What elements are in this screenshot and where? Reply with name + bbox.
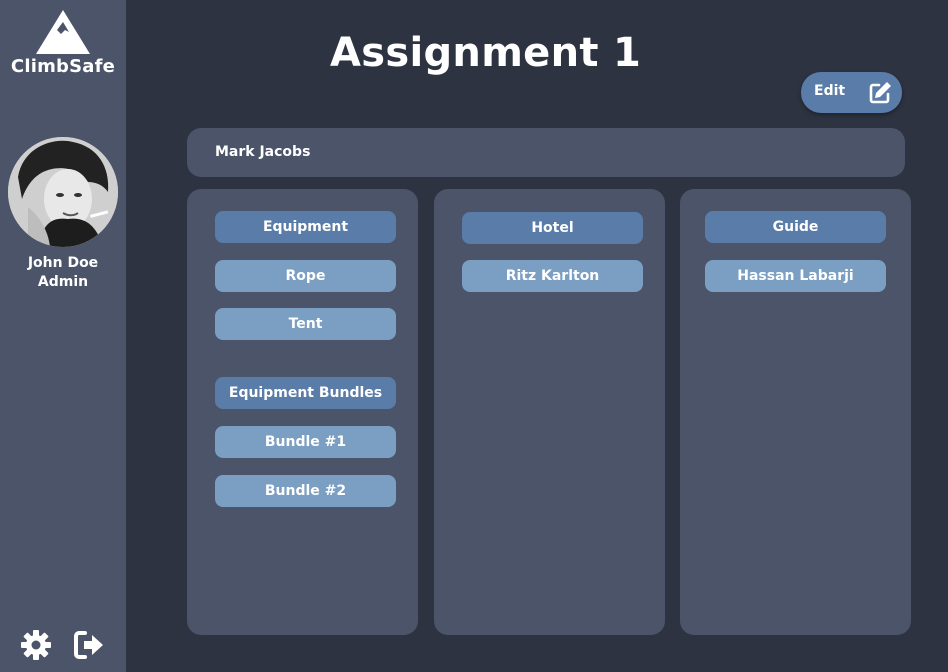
equipment-item-tent[interactable]: Tent — [215, 308, 396, 340]
page-title: Assignment 1 — [330, 30, 642, 76]
equipment-header: Equipment — [215, 211, 396, 243]
client-name: Mark Jacobs — [215, 144, 311, 160]
equipment-item-rope[interactable]: Rope — [215, 260, 396, 292]
brand-name: ClimbSafe — [10, 56, 116, 77]
hotel-header: Hotel — [462, 212, 643, 244]
guide-header: Guide — [705, 211, 886, 243]
equipment-bundles-header: Equipment Bundles — [215, 377, 396, 409]
app-root: ClimbSafe John Doe Admin Assignment 1 Ed… — [0, 0, 948, 672]
guide-panel: Guide Hassan Labarji — [680, 189, 911, 635]
user-name: John Doe — [27, 255, 99, 271]
gear-icon[interactable] — [19, 628, 53, 662]
edit-icon — [869, 82, 891, 104]
logout-icon[interactable] — [72, 628, 106, 662]
user-role: Admin — [37, 274, 89, 290]
client-bar: Mark Jacobs — [187, 128, 905, 177]
hotel-panel: Hotel Ritz Karlton — [434, 189, 665, 635]
equipment-panel: Equipment Rope Tent Equipment Bundles Bu… — [187, 189, 418, 635]
logo: ClimbSafe — [0, 10, 126, 77]
bundle-item-2[interactable]: Bundle #2 — [215, 475, 396, 507]
avatar — [8, 137, 118, 247]
bundle-item-1[interactable]: Bundle #1 — [215, 426, 396, 458]
mountain-logo-icon — [36, 10, 90, 54]
edit-button[interactable]: Edit — [801, 72, 902, 113]
edit-button-label: Edit — [814, 83, 846, 99]
guide-item[interactable]: Hassan Labarji — [705, 260, 886, 292]
avatar-photo — [8, 137, 118, 247]
sidebar: ClimbSafe John Doe Admin — [0, 0, 126, 672]
hotel-item[interactable]: Ritz Karlton — [462, 260, 643, 292]
